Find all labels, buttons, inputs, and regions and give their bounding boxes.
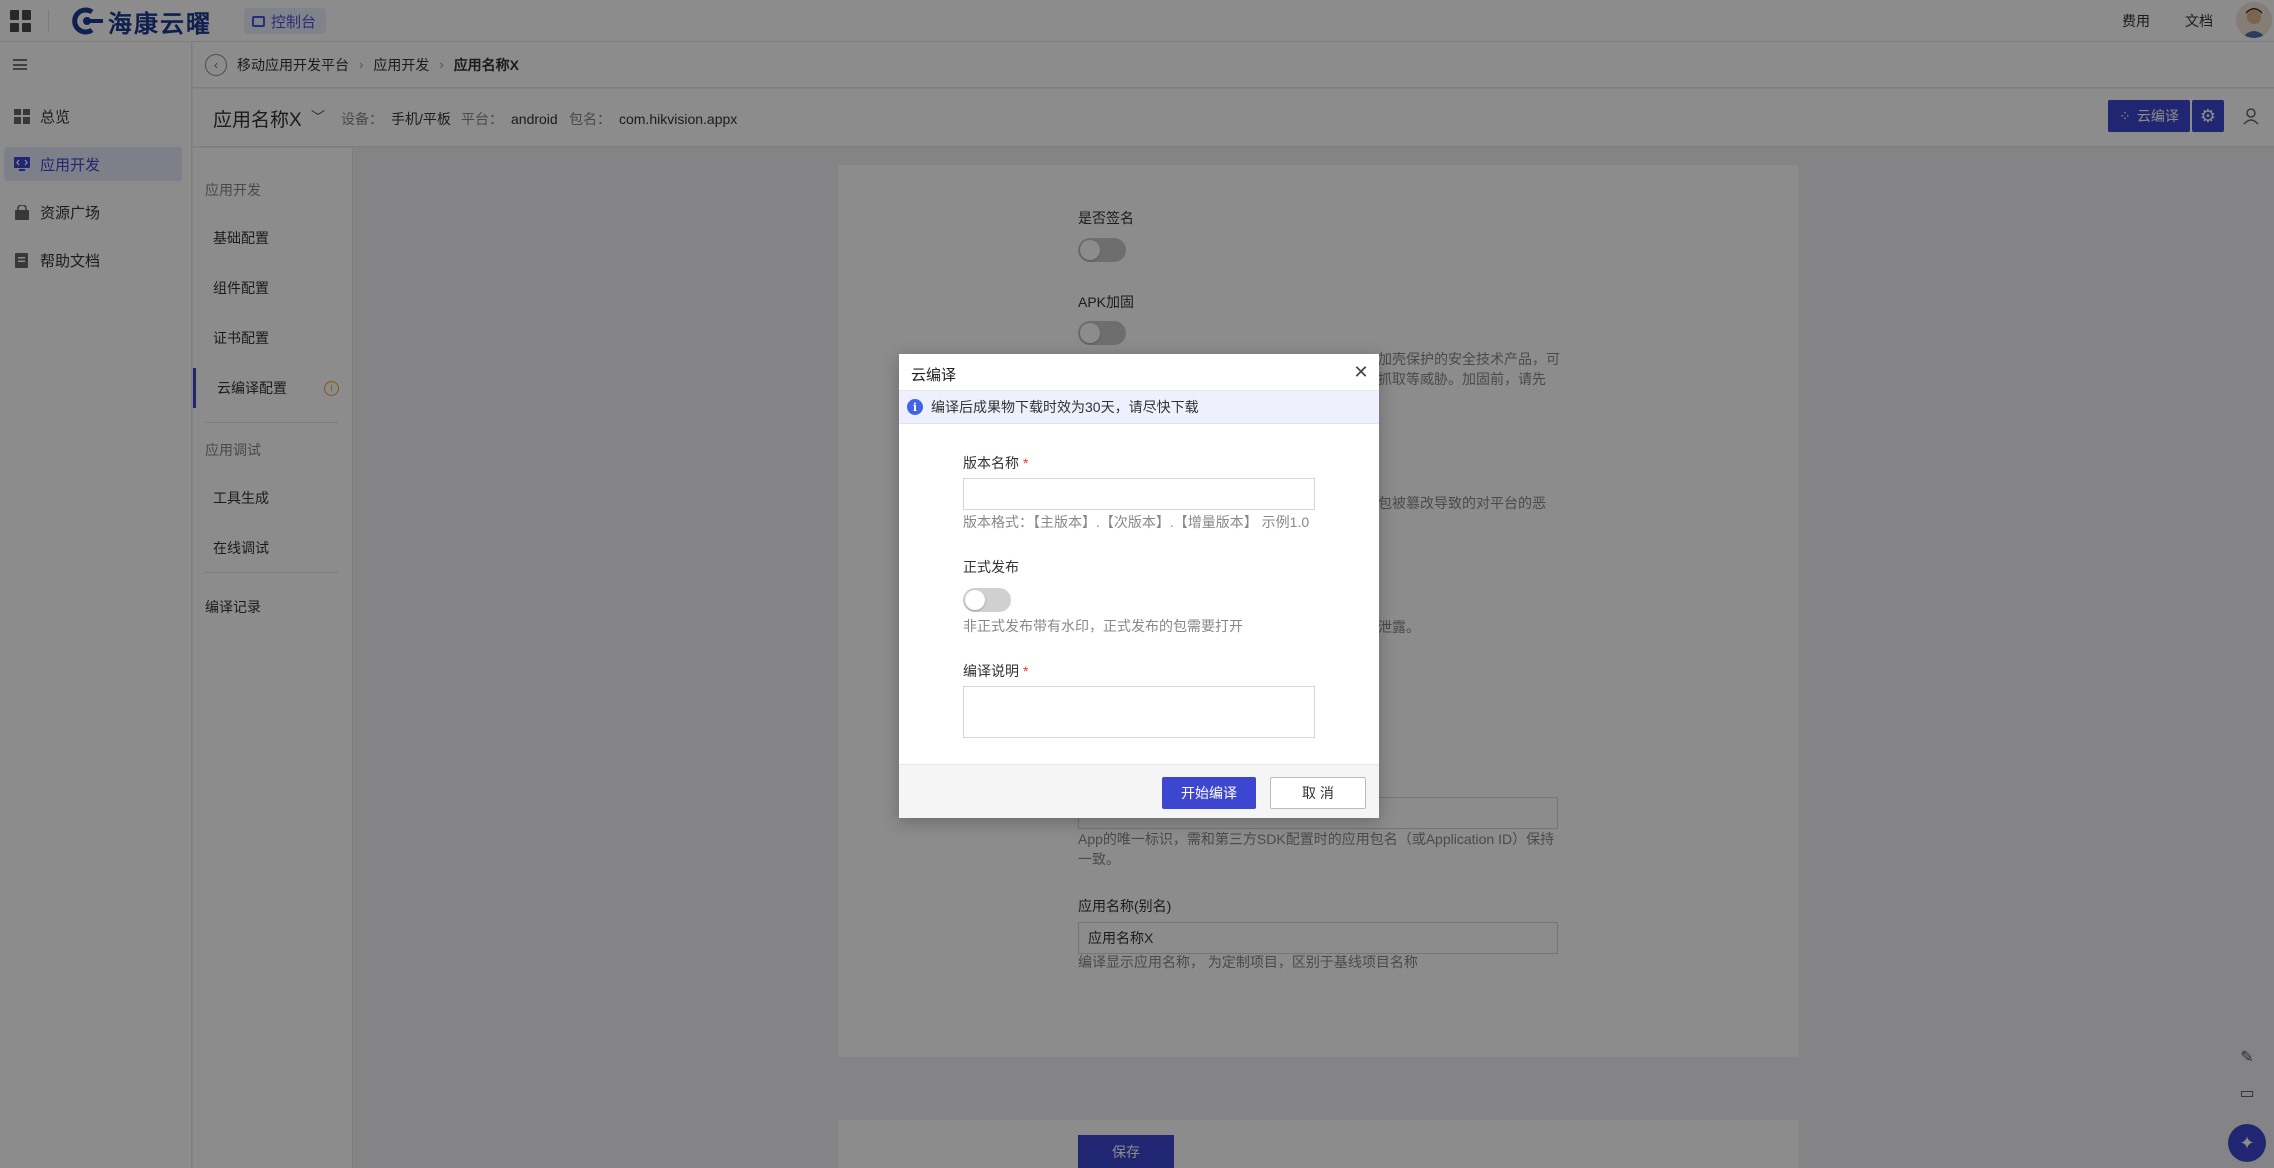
close-icon[interactable]: ✕ (1351, 362, 1371, 382)
notice-text: 编译后成果物下载时效为30天，请尽快下载 (931, 399, 1199, 415)
desc-label: 编译说明 * (963, 663, 1029, 679)
cancel-button[interactable]: 取 消 (1270, 777, 1366, 809)
dialog-header: 云编译 ✕ (899, 354, 1379, 391)
cloud-build-dialog: 云编译 ✕ i 编译后成果物下载时效为30天，请尽快下载 版本名称 * 版本格式：… (899, 354, 1379, 818)
release-label: 正式发布 (963, 559, 1019, 575)
info-icon: i (907, 399, 923, 415)
release-help: 非正式发布带有水印，正式发布的包需要打开 (963, 618, 1243, 634)
dialog-title: 云编译 (911, 367, 957, 384)
notice-bar: i 编译后成果物下载时效为30天，请尽快下载 (899, 391, 1379, 424)
version-help: 版本格式：【主版本】.【次版本】.【增量版本】 示例1.0 (963, 514, 1310, 530)
start-build-button[interactable]: 开始编译 (1162, 777, 1256, 809)
dialog-footer: 开始编译 取 消 (899, 764, 1379, 818)
release-toggle[interactable] (963, 588, 1011, 612)
version-input[interactable] (963, 478, 1315, 510)
version-label: 版本名称 * (963, 455, 1029, 471)
desc-textarea[interactable] (963, 686, 1315, 738)
